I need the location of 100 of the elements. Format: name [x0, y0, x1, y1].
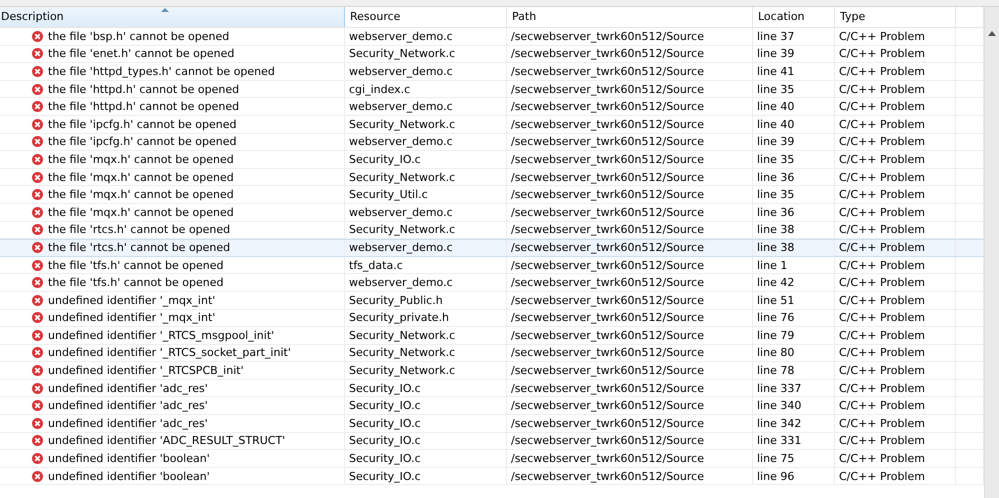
table-cell: webserver_demo.c	[349, 64, 453, 78]
table-cell: C/C++ Problem	[839, 30, 925, 43]
table-cell: Security_private.h	[349, 311, 450, 324]
table-cell: /secwebserver_twrk60n512/Source	[511, 416, 704, 430]
table-cell: tfs_data.c	[349, 258, 403, 272]
table-cell: webserver_demo.c	[349, 241, 453, 254]
table-cell: line 76	[757, 311, 794, 324]
table-row[interactable]: the file 'mqx.h' cannot be opened webserver_demo.c /secwebserver_twrk60n512/Source line 36 C/C++ Problem	[0, 204, 984, 222]
table-row[interactable]: the file 'httpd.h' cannot be opened webserver_demo.c /secwebserver_twrk60n512/Source line 40 C/C++ Problem	[0, 98, 984, 116]
table-row[interactable]: the file 'tfs.h' cannot be opened tfs_data.c /secwebserver_twrk60n512/Source line 1 C/C++ Problem	[0, 256, 984, 274]
table-cell: C/C++ Problem	[839, 118, 925, 131]
table-row[interactable]: the file 'enet.h' cannot be opened Security_Network.c /secwebserver_twrk60n512/Source line 39 C/C++ Problem	[0, 46, 984, 64]
error-icon	[32, 224, 43, 236]
table-cell: line 38	[757, 223, 794, 236]
table-cell: /secwebserver_twrk60n512/Source	[511, 64, 704, 78]
column-header[interactable]: Description	[0, 7, 345, 27]
table-cell: C/C++ Problem	[839, 100, 925, 114]
table-cell: C/C++ Problem	[839, 223, 925, 236]
table-cell: the file 'ipcfg.h' cannot be opened	[48, 118, 236, 131]
table-cell: /secwebserver_twrk60n512/Source	[511, 241, 704, 254]
table-row[interactable]: the file 'httpd_types.h' cannot be opened webserver_demo.c /secwebserver_twrk60n512/Source line 41 C/C++ Problem	[0, 63, 984, 81]
column-header[interactable]: Resource	[345, 7, 507, 27]
table-cell: webserver_demo.c	[349, 276, 453, 290]
table-row[interactable]: the file 'mqx.h' cannot be opened Security_Network.c /secwebserver_twrk60n512/Source line 36 C/C++ Problem	[0, 168, 984, 186]
table-row[interactable]: undefined identifier 'adc_res' Security_IO.c /secwebserver_twrk60n512/Source line 337 C/C++ Problem	[0, 380, 984, 398]
table-row[interactable]: the file 'mqx.h' cannot be opened Security_Util.c /secwebserver_twrk60n512/Source line 35 C/C++ Problem	[0, 186, 984, 204]
error-icon	[32, 48, 43, 60]
table-cell: C/C++ Problem	[839, 258, 925, 272]
table-cell: the file 'enet.h' cannot be opened	[48, 47, 234, 60]
table-row[interactable]: undefined identifier '_RTCS_msgpool_init' Security_Network.c /secwebserver_twrk60n512/Source line 79 C/C++ Problem	[0, 327, 984, 345]
table-row[interactable]: undefined identifier '_mqx_int' Security_Public.h /secwebserver_twrk60n512/Source line 51 C/C++ Problem	[0, 292, 984, 310]
table-cell: /secwebserver_twrk60n512/Source	[511, 399, 704, 412]
table-cell: line 1	[757, 258, 788, 272]
error-icon	[32, 418, 43, 429]
table-row[interactable]: undefined identifier 'boolean' Security_IO.c /secwebserver_twrk60n512/Source line 96 C/C++ Problem	[0, 468, 984, 486]
table-cell: C/C++ Problem	[839, 470, 925, 483]
table-cell: C/C++ Problem	[839, 416, 925, 430]
table-cell: C/C++ Problem	[839, 399, 925, 412]
table-cell: /secwebserver_twrk60n512/Source	[511, 276, 704, 290]
error-icon	[32, 260, 43, 271]
column-header[interactable]: Type	[835, 7, 956, 27]
table-cell: the file 'rtcs.h' cannot be opened	[48, 241, 230, 254]
table-row[interactable]: undefined identifier 'adc_res' Security_IO.c /secwebserver_twrk60n512/Source line 340 C/C++ Problem	[0, 397, 984, 416]
table-cell: C/C++ Problem	[839, 434, 925, 448]
table-row[interactable]: the file 'rtcs.h' cannot be opened webserver_demo.c /secwebserver_twrk60n512/Source line 38 C/C++ Problem	[0, 239, 984, 257]
table-row[interactable]: undefined identifier '_mqx_int' Security_private.h /secwebserver_twrk60n512/Source line 76 C/C++ Problem	[0, 310, 984, 328]
column-header[interactable]: Path	[507, 7, 753, 27]
table-cell: the file 'mqx.h' cannot be opened	[48, 170, 234, 184]
table-cell: Security_IO.c	[349, 470, 421, 483]
table-cell: line 337	[757, 382, 802, 395]
table-cell: line 40	[757, 118, 794, 131]
table-row[interactable]: undefined identifier '_RTCS_socket_part_init' Security_Network.c /secwebserver_twrk60n512/Source line 80 C/C++ Problem	[0, 344, 984, 362]
table-cell: line 35	[757, 152, 794, 166]
table-cell: the file 'ipcfg.h' cannot be opened	[48, 135, 236, 148]
table-row[interactable]: the file 'httpd.h' cannot be opened cgi_index.c /secwebserver_twrk60n512/Source line 35 C/C++ Problem	[0, 80, 984, 98]
error-icon	[32, 382, 43, 394]
table-cell: line 331	[757, 434, 802, 448]
table-cell: C/C++ Problem	[839, 346, 925, 360]
table-row[interactable]: the file 'bsp.h' cannot be opened webserver_demo.c /secwebserver_twrk60n512/Source line 37 C/C++ Problem	[0, 28, 984, 46]
table-row[interactable]: the file 'ipcfg.h' cannot be opened webserver_demo.c /secwebserver_twrk60n512/Source line 39 C/C++ Problem	[0, 134, 984, 152]
table-cell: line 79	[757, 328, 794, 342]
table-cell: line 36	[757, 206, 794, 219]
table-row[interactable]: the file 'mqx.h' cannot be opened Security_IO.c /secwebserver_twrk60n512/Source line 35 C/C++ Problem	[0, 151, 984, 169]
error-icon	[32, 154, 43, 165]
table-cell: line 342	[757, 416, 802, 430]
table-cell: C/C++ Problem	[839, 64, 925, 78]
table-cell: the file 'mqx.h' cannot be opened	[48, 206, 234, 219]
table-cell: line 41	[757, 64, 794, 78]
table-cell: the file 'tfs.h' cannot be opened	[48, 276, 224, 290]
table-cell: /secwebserver_twrk60n512/Source	[511, 47, 704, 60]
table-row[interactable]: undefined identifier 'ADC_RESULT_STRUCT' Security_IO.c /secwebserver_twrk60n512/Source line 331 C/C++ Problem	[0, 432, 984, 450]
table-cell: webserver_demo.c	[349, 206, 453, 219]
table-cell: the file 'tfs.h' cannot be opened	[48, 258, 224, 272]
scrollbar[interactable]	[984, 7, 999, 498]
column-header[interactable]: Location	[753, 7, 835, 27]
table-row[interactable]: undefined identifier '_RTCSPCB_init' Security_Network.c /secwebserver_twrk60n512/Source line 78 C/C++ Problem	[0, 362, 984, 380]
table-cell: /secwebserver_twrk60n512/Source	[511, 188, 704, 202]
table-cell: line 36	[757, 170, 794, 184]
table-cell: C/C++ Problem	[839, 188, 925, 202]
table-cell: line 40	[757, 100, 794, 114]
table-cell: Security_Network.c	[349, 364, 456, 378]
table-cell: line 39	[757, 135, 794, 148]
table-row[interactable]: the file 'ipcfg.h' cannot be opened Security_Network.c /secwebserver_twrk60n512/Source line 40 C/C++ Problem	[0, 116, 984, 134]
error-icon	[32, 330, 43, 341]
table-cell: the file 'mqx.h' cannot be opened	[48, 152, 234, 166]
table-cell: /secwebserver_twrk60n512/Source	[511, 294, 704, 307]
scroll-up-icon[interactable]	[988, 31, 996, 36]
error-icon	[32, 435, 43, 446]
error-icon	[32, 84, 43, 95]
table-cell: /secwebserver_twrk60n512/Source	[511, 135, 704, 148]
table-cell: Security_IO.c	[349, 416, 421, 430]
table-cell: C/C++ Problem	[839, 294, 925, 307]
table-cell: /secwebserver_twrk60n512/Source	[511, 346, 704, 360]
table-cell: /secwebserver_twrk60n512/Source	[511, 100, 704, 114]
table-row[interactable]: the file 'tfs.h' cannot be opened webserver_demo.c /secwebserver_twrk60n512/Source line 42 C/C++ Problem	[0, 274, 984, 292]
table-row[interactable]: undefined identifier 'boolean' Security_IO.c /secwebserver_twrk60n512/Source line 75 C/C++ Problem	[0, 450, 984, 468]
table-cell: line 42	[757, 276, 794, 290]
table-cell: the file 'bsp.h' cannot be opened	[48, 30, 230, 43]
table-cell: line 37	[757, 30, 794, 43]
table-row[interactable]: undefined identifier 'adc_res' Security_IO.c /secwebserver_twrk60n512/Source line 342 C/C++ Problem	[0, 415, 984, 433]
